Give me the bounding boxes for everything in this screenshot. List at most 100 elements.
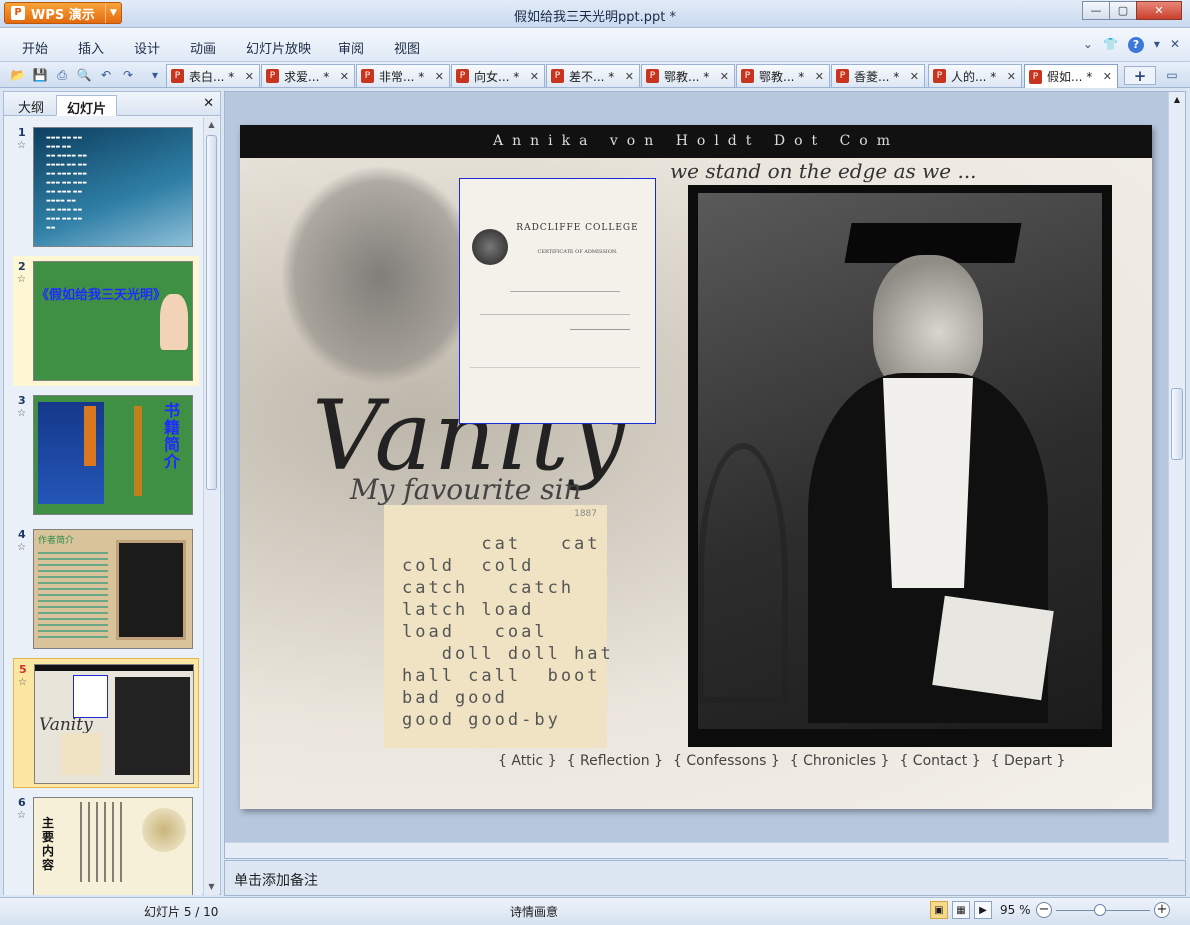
nav-depart[interactable]: { Depart } <box>991 753 1066 769</box>
close-tab-icon[interactable]: ✕ <box>435 70 444 83</box>
ppt-file-icon: P <box>646 69 659 83</box>
doc-tab[interactable]: P 非常... * ✕ <box>356 64 450 87</box>
animation-star-icon: ☆ <box>18 677 27 688</box>
doc-tab[interactable]: P 香菱... * ✕ <box>831 64 925 87</box>
menu-review[interactable]: 审阅 <box>338 38 364 57</box>
scroll-up-icon[interactable]: ▲ <box>1169 92 1185 108</box>
scroll-thumb[interactable] <box>1171 388 1183 460</box>
tab-list-icon[interactable]: ▭ <box>1163 66 1181 84</box>
certificate-image[interactable]: RADCLIFFE COLLEGE CERTIFICATE OF ADMISSI… <box>459 178 656 424</box>
nav-reflection[interactable]: { Reflection } <box>567 753 663 769</box>
menu-home[interactable]: 开始 <box>22 38 48 57</box>
canvas-vertical-scrollbar[interactable]: ▲ <box>1168 92 1185 859</box>
doc-tab-active[interactable]: P 假如... * ✕ <box>1024 64 1118 88</box>
animation-star-icon: ☆ <box>17 274 26 285</box>
menu-insert[interactable]: 插入 <box>78 38 104 57</box>
slide-thumbnail[interactable]: 3 ☆ 书籍简介 <box>13 390 199 520</box>
nav-contact[interactable]: { Contact } <box>899 753 980 769</box>
zoom-out-button[interactable]: − <box>1036 902 1052 918</box>
notes-pane[interactable]: 单击添加备注 <box>224 860 1186 896</box>
slide-tagline: we stand on the edge as we ... <box>670 159 977 183</box>
zoom-level[interactable]: 95 % <box>1000 903 1031 917</box>
maximize-button[interactable]: ▢ <box>1109 1 1137 20</box>
menu-design[interactable]: 设计 <box>134 38 160 57</box>
doc-tab[interactable]: P 人的... * ✕ <box>928 64 1022 87</box>
animation-star-icon: ☆ <box>17 542 26 553</box>
ppt-file-icon: P <box>266 69 279 83</box>
normal-view-icon[interactable]: ▣ <box>930 901 948 919</box>
redo-icon[interactable]: ↷ <box>119 66 137 84</box>
slide-site-header: Annika von Holdt Dot Com <box>240 125 1152 158</box>
scroll-thumb[interactable] <box>206 135 217 490</box>
document-tab-bar: 📂 💾 ⎙ 🔍 ↶ ↷ ▾ P 表白... * ✕ P 求爱... * ✕ P 非常...… <box>0 62 1190 88</box>
doc-tab[interactable]: P 向女... * ✕ <box>451 64 545 87</box>
doc-tab[interactable]: P 鄂教... * ✕ <box>641 64 735 87</box>
minimize-button[interactable]: — <box>1082 1 1110 20</box>
close-tab-icon[interactable]: ✕ <box>245 70 254 83</box>
undo-icon[interactable]: ↶ <box>97 66 115 84</box>
close-tab-icon[interactable]: ✕ <box>530 70 539 83</box>
nav-chronicles[interactable]: { Chronicles } <box>790 753 890 769</box>
slide-thumbnail[interactable]: 4 ☆ 作者简介 <box>13 524 199 654</box>
slide-subtitle[interactable]: My favourite sin <box>350 473 582 506</box>
slide-thumbnail-selected[interactable]: 5 ☆ Vanity <box>13 658 199 788</box>
close-tab-icon[interactable]: ✕ <box>1103 70 1112 83</box>
zoom-in-button[interactable]: + <box>1154 902 1170 918</box>
close-tab-icon[interactable]: ✕ <box>720 70 729 83</box>
menu-view[interactable]: 视图 <box>394 38 420 57</box>
slide-nav-bar: { Attic } { Reflection } { Confessons } … <box>498 753 1065 769</box>
close-panel-icon[interactable]: ✕ <box>203 96 214 111</box>
print-preview-icon[interactable]: 🔍 <box>75 66 93 84</box>
slide-counter: 幻灯片 5 / 10 <box>144 905 219 919</box>
customize-toolbar-icon[interactable]: ▾ <box>146 66 164 84</box>
close-tab-icon[interactable]: ✕ <box>815 70 824 83</box>
tab-outline[interactable]: 大纲 <box>8 95 54 116</box>
doc-tab[interactable]: P 求爱... * ✕ <box>261 64 355 87</box>
close-tab-icon[interactable]: ✕ <box>910 70 919 83</box>
zoom-slider-knob[interactable] <box>1094 904 1106 916</box>
slide-thumbnail-list: 1 ☆ ▬▬▬ ▬▬ ▬▬ ▬▬▬ ▬▬ ▬▬ ▬▬▬▬ ▬▬ ▬▬▬▬ ▬▬ ▬▬ ▬… <box>4 117 202 895</box>
slide-canvas[interactable]: Annika von Holdt Dot Com we stand on the… <box>240 125 1152 809</box>
ppt-file-icon: P <box>933 69 946 83</box>
close-tab-icon[interactable]: ✕ <box>625 70 634 83</box>
panel-tabs: 大纲 幻灯片 ✕ <box>4 92 220 117</box>
slide-thumbnail[interactable]: 1 ☆ ▬▬▬ ▬▬ ▬▬ ▬▬▬ ▬▬ ▬▬ ▬▬▬▬ ▬▬ ▬▬▬▬ ▬▬ ▬▬ ▬… <box>13 122 199 252</box>
collapse-ribbon-icon[interactable]: ⌄ <box>1083 37 1093 53</box>
skin-icon[interactable]: 👕 <box>1103 37 1118 53</box>
theme-name[interactable]: 诗情画意 <box>510 903 558 920</box>
doc-tab[interactable]: P 鄂教... * ✕ <box>736 64 830 87</box>
open-folder-icon[interactable]: 📂 <box>9 66 27 84</box>
tab-slides[interactable]: 幻灯片 <box>56 95 118 117</box>
new-tab-button[interactable]: + <box>1124 66 1156 85</box>
scroll-up-icon[interactable]: ▲ <box>204 117 219 133</box>
close-window-button[interactable]: ✕ <box>1136 1 1182 20</box>
print-icon[interactable]: ⎙ <box>53 66 71 84</box>
status-bar: 幻灯片 5 / 10 诗情画意 ▣ ▦ ▶ 95 % − + <box>0 897 1190 925</box>
doc-tab[interactable]: P 差不... * ✕ <box>546 64 640 87</box>
nav-confessons[interactable]: { Confessons } <box>673 753 780 769</box>
slideshow-view-icon[interactable]: ▶ <box>974 901 992 919</box>
scroll-down-icon[interactable]: ▼ <box>204 879 219 895</box>
animation-star-icon: ☆ <box>17 408 26 419</box>
close-tab-icon[interactable]: ✕ <box>1007 70 1016 83</box>
nav-attic[interactable]: { Attic } <box>498 753 557 769</box>
chevron-down-icon[interactable]: ▾ <box>1154 37 1160 53</box>
menu-slideshow[interactable]: 幻灯片放映 <box>246 38 311 57</box>
help-icon[interactable]: ? <box>1127 37 1144 53</box>
window-title: 假如给我三天光明ppt.ppt * <box>514 10 676 25</box>
college-seal-icon <box>472 229 508 265</box>
slide-thumbnail[interactable]: 6 ☆ 主要内容 <box>13 792 199 895</box>
handwriting-card-image[interactable]: 1887 cat cat cold cold catch catch latch lo… <box>384 505 611 748</box>
save-icon[interactable]: 💾 <box>31 66 49 84</box>
notes-placeholder[interactable]: 单击添加备注 <box>234 870 318 890</box>
close-tab-icon[interactable]: ✕ <box>340 70 349 83</box>
slides-panel-scrollbar[interactable]: ▲ ▼ <box>203 117 219 895</box>
menu-animation[interactable]: 动画 <box>190 38 216 57</box>
slide-thumbnail[interactable]: 2 ☆ 《假如给我三天光明》 <box>13 256 199 386</box>
ppt-file-icon: P <box>836 69 849 83</box>
doc-tab[interactable]: P 表白... * ✕ <box>166 64 260 87</box>
canvas-horizontal-scrollbar[interactable] <box>225 842 1169 858</box>
portrait-photo[interactable] <box>688 185 1112 747</box>
close-ribbon-icon[interactable]: ✕ <box>1170 37 1180 53</box>
slide-sorter-view-icon[interactable]: ▦ <box>952 901 970 919</box>
